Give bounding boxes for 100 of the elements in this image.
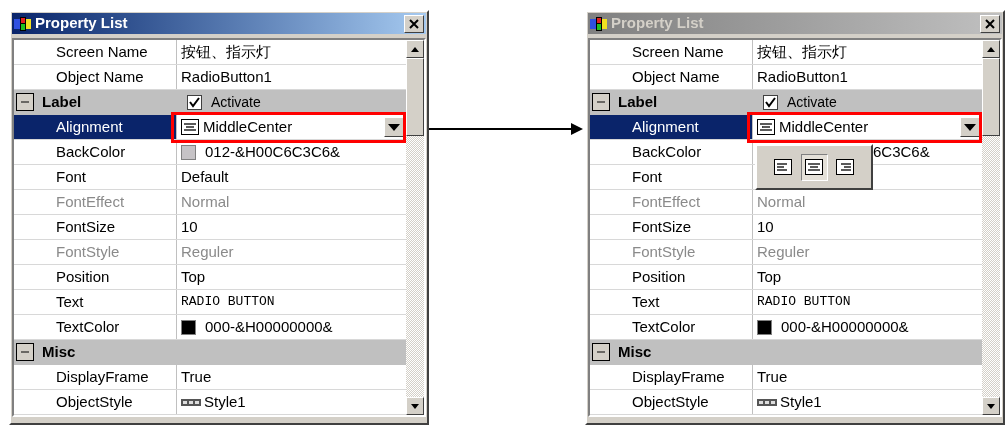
up-arrow-icon bbox=[411, 46, 419, 52]
property-value: Normal bbox=[181, 191, 230, 212]
align-center-icon bbox=[757, 119, 775, 135]
scroll-down-button[interactable] bbox=[982, 397, 1000, 415]
group-row[interactable]: Label Activate bbox=[14, 90, 406, 115]
property-name: TextColor bbox=[632, 316, 696, 337]
property-row[interactable]: Alignment MiddleCenter bbox=[14, 115, 406, 140]
align-center-icon bbox=[805, 159, 823, 175]
alignment-option[interactable] bbox=[800, 153, 828, 181]
property-row[interactable]: Alignment MiddleCenter bbox=[590, 115, 982, 140]
property-row[interactable]: Text RADIO BUTTON bbox=[14, 290, 406, 315]
property-name: Object Name bbox=[56, 66, 144, 87]
group-row[interactable]: Misc bbox=[590, 340, 982, 365]
property-name: BackColor bbox=[56, 141, 126, 162]
property-name: Position bbox=[56, 266, 110, 287]
property-value: RADIO BUTTON bbox=[181, 293, 275, 312]
scroll-up-button[interactable] bbox=[982, 40, 1000, 58]
property-value: 012-&H00C6C3C6& bbox=[205, 141, 341, 162]
app-icon bbox=[14, 16, 32, 31]
property-value: True bbox=[181, 366, 212, 387]
property-row[interactable]: Text RADIO BUTTON bbox=[590, 290, 982, 315]
group-row[interactable]: Label Activate bbox=[590, 90, 982, 115]
property-row[interactable]: ObjectStyle Style1 bbox=[14, 390, 406, 415]
property-value: MiddleCenter bbox=[203, 116, 293, 137]
app-icon bbox=[590, 16, 608, 31]
property-row[interactable]: FontSize 10 bbox=[14, 215, 406, 240]
property-value: Style1 bbox=[780, 391, 822, 412]
close-icon bbox=[409, 18, 419, 29]
collapse-icon[interactable] bbox=[16, 343, 34, 361]
property-name: Font bbox=[632, 166, 662, 187]
property-value: Normal bbox=[757, 191, 806, 212]
property-row[interactable]: DisplayFrame True bbox=[14, 365, 406, 390]
collapse-icon[interactable] bbox=[592, 93, 610, 111]
group-label: Label bbox=[42, 91, 82, 112]
property-row[interactable]: FontSize 10 bbox=[590, 215, 982, 240]
collapse-icon[interactable] bbox=[16, 93, 34, 111]
group-label: Misc bbox=[42, 341, 76, 362]
scroll-up-button[interactable] bbox=[406, 40, 424, 58]
property-row[interactable]: DisplayFrame True bbox=[590, 365, 982, 390]
checkbox[interactable] bbox=[763, 94, 778, 110]
scroll-thumb[interactable] bbox=[982, 58, 1000, 136]
property-row[interactable]: Object Name RadioButton1 bbox=[590, 65, 982, 90]
property-row[interactable]: Position Top bbox=[590, 265, 982, 290]
caret-icon bbox=[964, 123, 976, 131]
scroll-down-button[interactable] bbox=[406, 397, 424, 415]
property-row[interactable]: Screen Name 按钮、指示灯 bbox=[590, 40, 982, 65]
property-name: Screen Name bbox=[56, 41, 148, 62]
property-value: MiddleCenter bbox=[779, 116, 869, 137]
close-button[interactable] bbox=[980, 14, 1000, 33]
checkbox[interactable] bbox=[187, 94, 202, 110]
align-right-icon bbox=[836, 159, 854, 175]
property-value: 10 bbox=[181, 216, 198, 237]
checkbox-label: Activate bbox=[211, 94, 261, 110]
property-name: BackColor bbox=[632, 141, 702, 162]
property-name: FontSize bbox=[56, 216, 116, 237]
down-arrow-icon bbox=[987, 403, 995, 409]
property-row[interactable]: BackColor 012-&H00C6C3C6& bbox=[14, 140, 406, 165]
property-value: 按钮、指示灯 bbox=[181, 41, 271, 62]
property-row[interactable]: TextColor 000-&H00000000& bbox=[590, 315, 982, 340]
collapse-icon[interactable] bbox=[592, 343, 610, 361]
property-row[interactable]: Object Name RadioButton1 bbox=[14, 65, 406, 90]
window-title: Property List bbox=[611, 13, 704, 34]
property-row[interactable]: ObjectStyle Style1 bbox=[590, 390, 982, 415]
property-row[interactable]: Font Default bbox=[14, 165, 406, 190]
property-name: DisplayFrame bbox=[632, 366, 725, 387]
property-value: Style1 bbox=[204, 391, 246, 412]
scrollbar[interactable] bbox=[982, 40, 1000, 415]
property-value: 000-&H00000000& bbox=[781, 316, 909, 337]
property-name: Position bbox=[632, 266, 686, 287]
property-value: RadioButton1 bbox=[181, 66, 272, 87]
property-name: Font bbox=[56, 166, 86, 187]
close-button[interactable] bbox=[404, 14, 424, 33]
scrollbar[interactable] bbox=[406, 40, 424, 415]
group-label: Label bbox=[618, 91, 658, 112]
window-title: Property List bbox=[35, 13, 128, 34]
group-label: Misc bbox=[618, 341, 652, 362]
dropdown-button[interactable] bbox=[384, 117, 404, 137]
property-name: DisplayFrame bbox=[56, 366, 149, 387]
align-center-icon bbox=[181, 119, 199, 135]
style-icon bbox=[757, 398, 777, 406]
property-value: 按钮、指示灯 bbox=[757, 41, 847, 62]
style-icon bbox=[181, 398, 201, 406]
dropdown-button[interactable] bbox=[960, 117, 980, 137]
property-row[interactable]: Position Top bbox=[14, 265, 406, 290]
property-name: TextColor bbox=[56, 316, 120, 337]
property-name: Text bbox=[56, 291, 84, 312]
property-value: Reguler bbox=[757, 241, 810, 262]
property-name: FontEffect bbox=[56, 191, 125, 212]
property-name: FontSize bbox=[632, 216, 692, 237]
property-value: 6C3C6& bbox=[873, 141, 930, 162]
property-name: FontStyle bbox=[56, 241, 120, 262]
property-value: Top bbox=[181, 266, 206, 287]
group-row[interactable]: Misc bbox=[14, 340, 406, 365]
property-name: ObjectStyle bbox=[56, 391, 133, 412]
property-name: FontEffect bbox=[632, 191, 701, 212]
property-row[interactable]: TextColor 000-&H00000000& bbox=[14, 315, 406, 340]
scroll-thumb[interactable] bbox=[406, 58, 424, 136]
property-value: RadioButton1 bbox=[757, 66, 848, 87]
property-value: Default bbox=[181, 166, 229, 187]
property-row[interactable]: Screen Name 按钮、指示灯 bbox=[14, 40, 406, 65]
